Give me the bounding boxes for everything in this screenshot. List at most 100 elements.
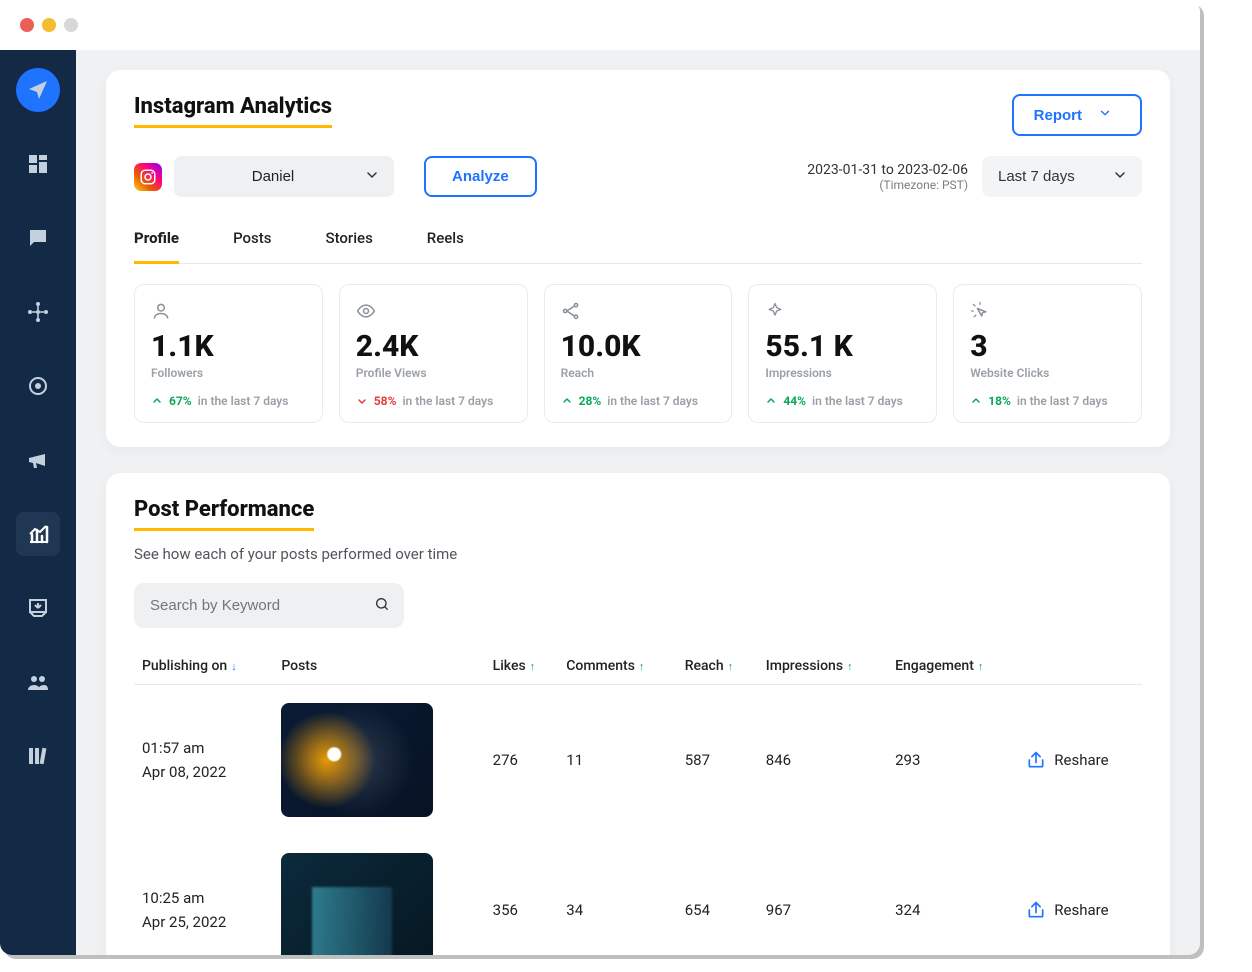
cell-publishing: 01:57 am Apr 08, 2022 [134,685,273,836]
metric-delta: 67% in the last 7 days [151,394,306,408]
metric-period: in the last 7 days [402,394,493,408]
group-icon [26,670,50,694]
metric-card: 55.1 K Impressions 44% in the last 7 day… [748,284,937,423]
trend-up-icon [765,395,777,407]
eye-icon [356,301,511,325]
window-minimize-dot[interactable] [42,18,56,32]
metric-card: 10.0K Reach 28% in the last 7 days [544,284,733,423]
date-range-value: 2023-01-31 to 2023-02-06 [807,162,968,178]
col-comments[interactable]: Comments↑ [558,648,676,685]
nav-target[interactable] [16,364,60,408]
timezone-label: (Timezone: PST) [807,178,968,192]
post-thumbnail[interactable] [281,703,433,817]
account-select[interactable]: Daniel [174,156,394,197]
target-icon [26,374,50,398]
trend-up-icon [970,395,982,407]
metric-value: 2.4K [356,329,511,364]
cell-likes: 356 [485,835,559,955]
share-icon [1026,900,1046,920]
cell-likes: 276 [485,685,559,836]
chevron-down-icon [1098,106,1112,124]
nav-campaigns[interactable] [16,438,60,482]
col-reach[interactable]: Reach↑ [677,648,758,685]
cell-comments: 11 [558,685,676,836]
sidebar [0,50,76,955]
metric-label: Followers [151,366,306,380]
metric-period: in the last 7 days [1017,394,1108,408]
cell-impressions: 967 [758,835,887,955]
metric-delta: 58% in the last 7 days [356,394,511,408]
col-engagement[interactable]: Engagement↑ [887,648,1018,685]
post-performance-subtitle: See how each of your posts performed ove… [134,545,1142,563]
chart-icon [26,522,50,546]
inbox-icon [26,596,50,620]
post-performance-title: Post Performance [134,497,314,531]
metrics-row: 1.1K Followers 67% in the last 7 days 2.… [134,284,1142,423]
cell-reach: 587 [677,685,758,836]
date-range: 2023-01-31 to 2023-02-06 (Timezone: PST) [807,162,968,192]
metric-label: Website Clicks [970,366,1125,380]
metric-delta: 18% in the last 7 days [970,394,1125,408]
analyze-button[interactable]: Analyze [424,156,537,197]
col-likes[interactable]: Likes↑ [485,648,559,685]
table-row: 10:25 am Apr 25, 2022 356 34 654 967 324… [134,835,1142,955]
metric-delta: 44% in the last 7 days [765,394,920,408]
cell-comments: 34 [558,835,676,955]
paper-plane-icon [26,78,50,102]
tab-posts[interactable]: Posts [233,219,271,263]
metric-card: 2.4K Profile Views 58% in the last 7 day… [339,284,528,423]
reshare-button[interactable]: Reshare [1026,750,1134,770]
nav-messages[interactable] [16,216,60,260]
metric-delta: 28% in the last 7 days [561,394,716,408]
posts-table: Publishing on↓ Posts Likes↑ Comments↑ Re… [134,648,1142,955]
nav-team[interactable] [16,660,60,704]
table-row: 01:57 am Apr 08, 2022 276 11 587 846 293… [134,685,1142,836]
col-impressions[interactable]: Impressions↑ [758,648,887,685]
metric-pct: 67% [169,394,192,408]
metric-pct: 58% [374,394,397,408]
metric-label: Profile Views [356,366,511,380]
post-thumbnail[interactable] [281,853,433,955]
spark-icon [765,301,920,325]
tab-profile[interactable]: Profile [134,219,179,264]
metric-value: 10.0K [561,329,716,364]
hub-icon [26,300,50,324]
tab-stories[interactable]: Stories [326,219,373,263]
analytics-card: Instagram Analytics Report Daniel Analyz… [106,70,1170,447]
period-select[interactable]: Last 7 days [982,156,1142,197]
nav-hub[interactable] [16,290,60,334]
window-max-dot[interactable] [64,18,78,32]
search-icon [374,596,390,616]
report-button-label: Report [1034,107,1082,124]
reshare-label: Reshare [1054,901,1108,919]
nav-analytics[interactable] [16,512,60,556]
cell-post-thumb[interactable] [273,835,484,955]
metric-period: in the last 7 days [607,394,698,408]
cell-engagement: 324 [887,835,1018,955]
metric-period: in the last 7 days [198,394,289,408]
col-publishing[interactable]: Publishing on↓ [134,648,273,685]
trend-up-icon [561,395,573,407]
tab-reels[interactable]: Reels [427,219,464,263]
dashboard-icon [26,152,50,176]
share-icon [1026,750,1046,770]
app-logo[interactable] [16,68,60,112]
nav-dashboard[interactable] [16,142,60,186]
cell-publishing: 10:25 am Apr 25, 2022 [134,835,273,955]
message-icon [26,226,50,250]
user-icon [151,301,306,325]
trend-down-icon [356,395,368,407]
report-button[interactable]: Report [1012,94,1142,136]
nav-library[interactable] [16,734,60,778]
trend-up-icon [151,395,163,407]
window-close-dot[interactable] [20,18,34,32]
metric-label: Reach [561,366,716,380]
reshare-button[interactable]: Reshare [1026,900,1134,920]
col-posts[interactable]: Posts [273,648,484,685]
metric-card: 1.1K Followers 67% in the last 7 days [134,284,323,423]
search-input[interactable] [134,583,404,628]
analytics-tabs: Profile Posts Stories Reels [134,219,1142,264]
cell-post-thumb[interactable] [273,685,484,836]
nav-inbox[interactable] [16,586,60,630]
metric-pct: 18% [988,394,1011,408]
